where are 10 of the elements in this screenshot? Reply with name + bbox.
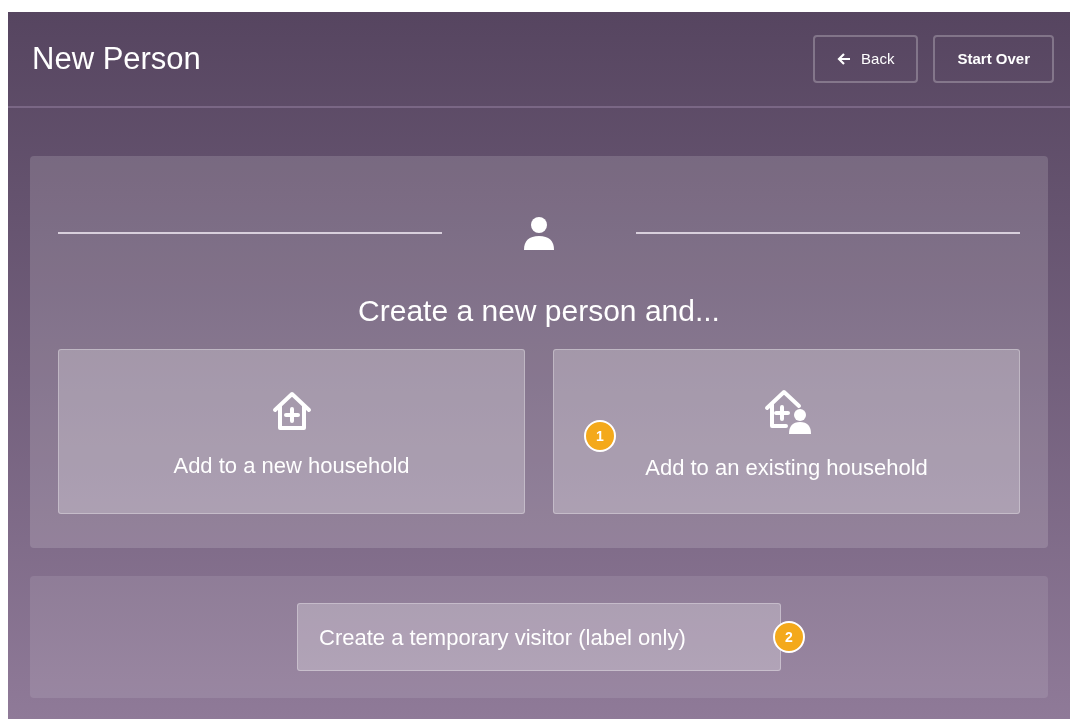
temporary-visitor-button[interactable]: Create a temporary visitor (label only) [297, 603, 781, 671]
step-badge: 2 [773, 621, 805, 653]
start-over-button[interactable]: Start Over [933, 35, 1054, 83]
back-button[interactable]: Back [813, 35, 919, 83]
page-title: New Person [32, 39, 201, 78]
section-heading: Create a new person and... [357, 293, 721, 329]
option-tile[interactable]: Add to an existing household 1 [553, 349, 1020, 514]
option-tile[interactable]: Add to a new household [58, 349, 525, 514]
step-badge: 1 [584, 420, 616, 452]
arrow-left-icon [837, 52, 852, 66]
